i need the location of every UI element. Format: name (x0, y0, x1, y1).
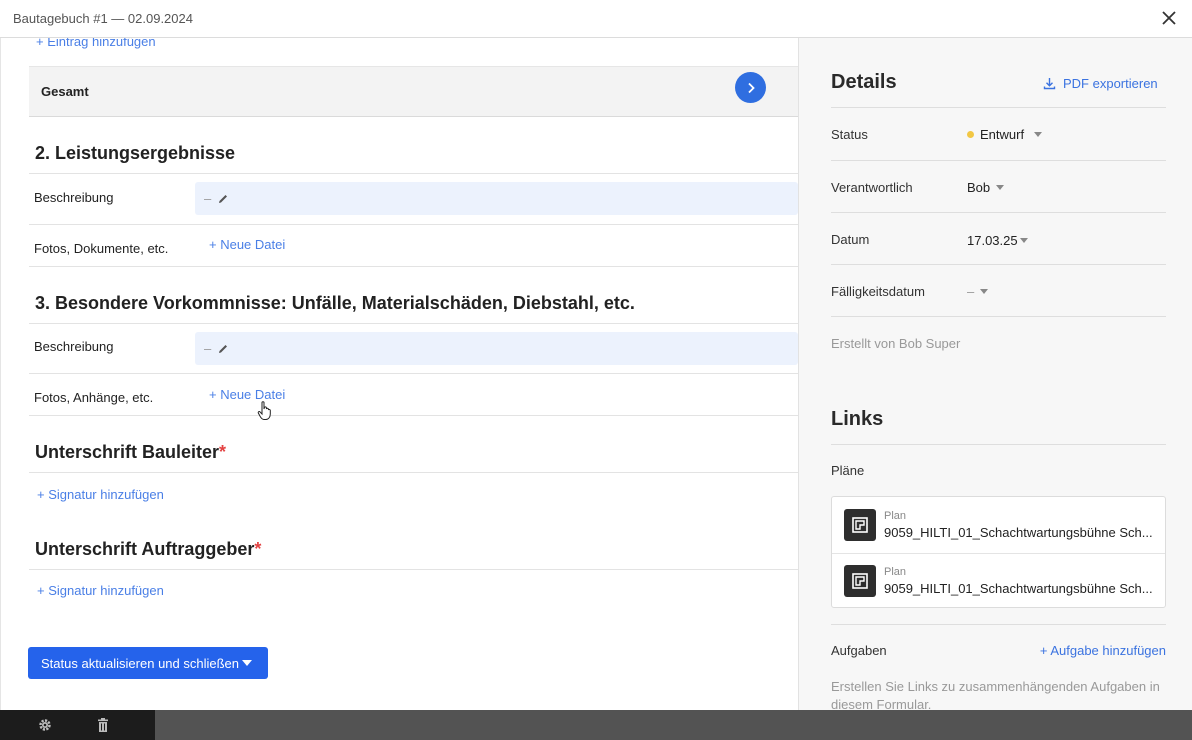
plan-text: Plan 9059_HILTI_01_Schachtwartungsbühne … (884, 510, 1153, 540)
description-label: Beschreibung (34, 339, 114, 354)
section-3-description-row: Beschreibung – (29, 324, 798, 374)
section-2-description-row: Beschreibung – (29, 174, 798, 225)
window-title: Bautagebuch #1 — 02.09.2024 (13, 11, 193, 26)
status-label: Status (831, 127, 868, 142)
plan-type: Plan (884, 509, 907, 522)
section-3-title: 3. Besondere Vorkommnisse: Unfälle, Mate… (35, 293, 635, 313)
files-label: Fotos, Anhänge, etc. (34, 390, 154, 405)
required-marker: * (254, 539, 262, 559)
divider (831, 212, 1166, 213)
new-file-link[interactable]: + Neue Datei (209, 237, 285, 252)
section-2-files-row: Fotos, Dokumente, etc. + Neue Datei (29, 225, 798, 267)
form-panel: + Eintrag hinzufügen Gesamt 2. Leistungs… (0, 38, 798, 710)
plan-type: Plan (884, 566, 907, 578)
divider (831, 444, 1166, 445)
add-signature-link[interactable]: + Signatur hinzufügen (37, 487, 164, 502)
status-value: Entwurf (980, 127, 1025, 142)
description-label: Beschreibung (34, 190, 114, 205)
hand-cursor-icon (257, 401, 271, 420)
date-value: 17.03.25 (967, 233, 1018, 248)
divider (831, 316, 1166, 317)
description-value: – (204, 341, 212, 356)
total-row: Gesamt (29, 66, 798, 117)
signature-site-manager-header: Unterschrift Bauleiter* (29, 416, 798, 473)
caret-down-icon (980, 289, 989, 294)
signature-site-manager-title: Unterschrift Bauleiter* (35, 442, 227, 462)
add-entry-link[interactable]: + Eintrag hinzufügen (36, 38, 156, 49)
files-label: Fotos, Dokumente, etc. (34, 241, 169, 256)
links-title: Links (831, 408, 884, 430)
update-status-button[interactable]: Status aktualisieren und schließen (28, 647, 268, 679)
plan-icon (844, 565, 876, 597)
tasks-hint: Erstellen Sie Links zu zusammenhängenden… (831, 679, 1160, 710)
bottom-toolbar-actions (0, 710, 155, 740)
new-file-link[interactable]: + Neue Datei (209, 387, 285, 402)
export-pdf-label: PDF exportieren (1063, 76, 1158, 91)
title-bar: Bautagebuch #1 — 02.09.2024 (0, 0, 1192, 38)
description-value: – (204, 191, 212, 206)
due-date-label: Fälligkeitsdatum (831, 284, 925, 299)
export-pdf-button[interactable]: PDF exportieren (1043, 76, 1158, 91)
pencil-icon (219, 344, 228, 353)
divider (831, 624, 1166, 625)
add-signature-link[interactable]: + Signatur hinzufügen (37, 583, 164, 598)
due-date-picker[interactable]: – (967, 284, 989, 299)
signature-client-title: Unterschrift Auftraggeber* (35, 539, 262, 559)
caret-down-icon (1034, 132, 1043, 137)
description-field[interactable]: – (195, 182, 798, 215)
pencil-icon (219, 194, 228, 203)
responsible-label: Verantwortlich (831, 180, 913, 195)
plans-label: Pläne (831, 463, 865, 478)
details-title: Details (831, 71, 897, 93)
responsible-dropdown[interactable]: Bob (967, 180, 1005, 195)
plans-list: Plan 9059_HILTI_01_Schachtwartungsbühne … (831, 496, 1166, 608)
plan-name: 9059_HILTI_01_Schachtwartungsbühne Sch..… (884, 524, 1153, 540)
divider (831, 160, 1166, 161)
caret-down-icon (996, 185, 1005, 190)
date-label: Datum (831, 232, 870, 247)
gear-icon[interactable] (37, 717, 53, 733)
status-dot-icon (967, 131, 974, 138)
due-date-value: – (967, 284, 975, 299)
created-by: Erstellt von Bob Super (831, 336, 961, 351)
section-2-header: 2. Leistungsergebnisse (29, 132, 798, 174)
section-2-title: 2. Leistungsergebnisse (35, 143, 236, 163)
list-item[interactable]: Plan 9059_HILTI_01_Schachtwartungsbühne … (832, 553, 1165, 608)
tasks-label: Aufgaben (831, 643, 887, 658)
caret-down-icon (1019, 238, 1028, 243)
divider (831, 264, 1166, 265)
update-status-label: Status aktualisieren und schließen (41, 655, 240, 671)
required-marker: * (219, 442, 227, 462)
list-item[interactable]: Plan 9059_HILTI_01_Schachtwartungsbühne … (832, 497, 1165, 552)
download-icon (1043, 78, 1056, 90)
total-label: Gesamt (41, 84, 89, 99)
chevron-right-icon (747, 82, 755, 93)
caret-down-icon[interactable] (242, 660, 252, 666)
plan-icon (844, 508, 876, 541)
section-3-header: 3. Besondere Vorkommnisse: Unfälle, Mate… (29, 267, 798, 324)
divider (831, 107, 1166, 108)
description-field[interactable]: – (195, 332, 798, 365)
add-task-link[interactable]: + Aufgabe hinzufügen (1040, 643, 1166, 658)
status-dropdown[interactable]: Entwurf (967, 127, 1043, 142)
details-sidebar: Details PDF exportieren Status Entwurf V… (798, 38, 1192, 710)
signature-client-header: Unterschrift Auftraggeber* (29, 513, 798, 570)
responsible-value: Bob (967, 180, 991, 195)
date-picker[interactable]: 17.03.25 (967, 233, 1028, 248)
plan-text: Plan 9059_HILTI_01_Schachtwartungsbühne … (884, 566, 1153, 596)
section-3-files-row: Fotos, Anhänge, etc. + Neue Datei (29, 374, 798, 416)
plan-name: 9059_HILTI_01_Schachtwartungsbühne Sch..… (884, 581, 1153, 596)
expand-button[interactable] (735, 72, 766, 103)
bottom-toolbar (0, 710, 1192, 740)
trash-icon[interactable] (95, 717, 111, 733)
close-icon[interactable] (1158, 7, 1180, 29)
